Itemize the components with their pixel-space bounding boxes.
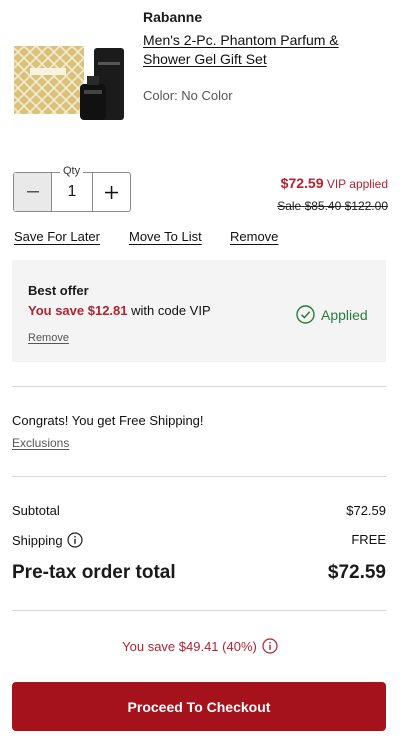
shipping-label: Shipping <box>12 532 63 548</box>
product-name-link[interactable]: Men's 2-Pc. Phantom Parfum & Shower Gel … <box>143 31 373 69</box>
product-brand: Rabanne <box>143 9 203 25</box>
sale-prefix: Sale <box>277 199 302 213</box>
original-price: $122.00 <box>344 199 388 213</box>
order-total-label: Pre-tax order total <box>12 562 176 583</box>
current-price-value: $72.59 <box>280 175 324 191</box>
product-image[interactable] <box>12 40 136 126</box>
subtotal-label: Subtotal <box>12 503 60 518</box>
minus-icon <box>26 191 39 193</box>
divider <box>12 386 386 387</box>
offer-code-text: with code VIP <box>131 303 211 318</box>
offer-savings-amount: You save $12.81 <box>28 303 128 318</box>
current-price: $72.59 VIP applied <box>281 175 388 191</box>
previous-price: Sale $85.40 $122.00 <box>277 199 388 213</box>
save-for-later-link[interactable]: Save For Later <box>14 229 100 244</box>
exclusions-link[interactable]: Exclusions <box>12 436 69 450</box>
check-circle-icon <box>296 305 315 324</box>
subtotal-value: $72.59 <box>346 503 386 518</box>
order-total-value: $72.59 <box>327 562 386 583</box>
best-offer-title: Best offer <box>28 283 89 298</box>
remove-offer-link[interactable]: Remove <box>28 332 69 344</box>
info-icon[interactable] <box>262 638 278 654</box>
remove-item-link[interactable]: Remove <box>230 229 278 244</box>
sale-price: $85.40 <box>304 199 342 213</box>
divider <box>12 610 386 611</box>
quantity-value[interactable]: 1 <box>53 173 91 211</box>
divider <box>12 476 386 477</box>
move-to-list-link[interactable]: Move To List <box>129 229 202 244</box>
applied-label: Applied <box>321 306 368 323</box>
proceed-to-checkout-button[interactable]: Proceed To Checkout <box>12 682 386 731</box>
vip-applied-note: VIP applied <box>326 177 388 191</box>
decrease-quantity-button[interactable] <box>14 173 52 211</box>
increase-quantity-button[interactable] <box>92 173 130 211</box>
free-shipping-message: Congrats! You get Free Shipping! <box>12 413 204 428</box>
offer-applied-status: Applied <box>296 305 368 324</box>
quantity-label: Qty <box>60 165 84 177</box>
total-savings: You save $49.41 (40%) <box>0 638 400 654</box>
product-color: Color: No Color <box>143 88 233 103</box>
offer-savings: You save $12.81 with code VIP <box>28 303 211 318</box>
total-savings-text: You save $49.41 (40%) <box>122 638 257 654</box>
info-icon[interactable] <box>67 532 83 548</box>
shipping-row: Shipping <box>12 532 83 548</box>
plus-icon <box>105 185 118 199</box>
shipping-value: FREE <box>351 532 386 547</box>
